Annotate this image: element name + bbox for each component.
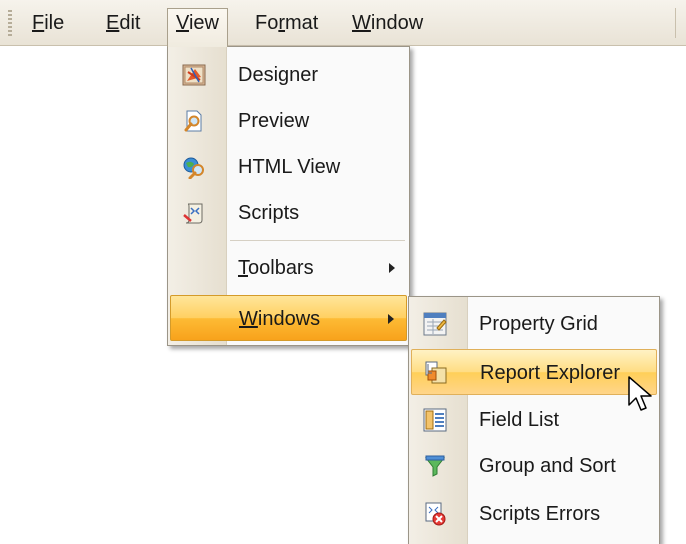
group-and-sort-label: Group and Sort [479, 455, 616, 477]
menu-edit-label: dit [119, 12, 141, 34]
view-menu-item-toolbars[interactable]: Toolbars [168, 245, 409, 291]
group-sort-funnel-icon [424, 455, 446, 477]
mouse-cursor-icon [628, 376, 652, 411]
windows-label: Windows [239, 296, 320, 342]
menu-format-label: mat [285, 12, 319, 34]
designer-icon [182, 64, 206, 86]
menu-file[interactable]: File [24, 8, 72, 38]
field-list-label: Field List [479, 409, 560, 431]
menu-format-label-pre: Fo [255, 12, 279, 34]
menu-bar: File Edit View Format Window [0, 0, 686, 47]
toolbars-label-rest: oolbars [248, 257, 314, 279]
menu-format[interactable]: Format [247, 8, 326, 38]
windows-label-rest: indows [257, 308, 321, 330]
preview-label: Preview [238, 110, 310, 132]
html-view-label: HTML View [238, 156, 341, 178]
view-menu-item-windows[interactable]: Windows [170, 295, 407, 341]
menu-file-mnemonic: F [32, 12, 45, 34]
windows-submenu: Property Grid Report Explorer Field List [408, 296, 660, 544]
submenu-arrow-icon [388, 314, 394, 324]
menu-view-label: iew [188, 12, 219, 34]
submenu-arrow-icon [389, 263, 395, 273]
windows-item-property-grid[interactable]: Property Grid [409, 301, 659, 347]
menu-window-mnemonic: W [352, 12, 371, 34]
menu-view[interactable]: View [167, 8, 228, 47]
view-menu-item-designer[interactable]: Designer [168, 52, 409, 98]
menubar-grip[interactable] [8, 10, 12, 36]
property-grid-icon [423, 312, 447, 336]
scripts-icon [183, 203, 203, 224]
view-menu: Designer Preview HTML View Scripts Toolb… [167, 46, 410, 346]
report-explorer-label: Report Explorer [480, 362, 621, 384]
menu-view-mnemonic: V [176, 12, 189, 34]
toolbars-label: Toolbars [238, 245, 314, 291]
windows-item-report-explorer[interactable]: Report Explorer [411, 349, 657, 395]
scripts-errors-icon [425, 502, 446, 526]
windows-item-field-list[interactable]: Field List [409, 397, 659, 443]
preview-magnifier-icon [184, 110, 202, 132]
app-window: File Edit View Format Window Designer Pr… [0, 0, 686, 544]
scripts-errors-label: Scripts Errors [479, 503, 601, 525]
property-grid-label: Property Grid [479, 313, 598, 335]
report-explorer-icon [425, 361, 447, 384]
toolbars-mnemonic: T [238, 257, 248, 279]
html-view-globe-icon [183, 157, 204, 179]
menu-window[interactable]: Window [344, 8, 431, 38]
menu-format-mnemonic: r [278, 12, 286, 34]
scripts-label: Scripts [238, 202, 300, 224]
view-menu-item-preview[interactable]: Preview [168, 98, 409, 144]
windows-mnemonic: W [239, 308, 258, 330]
windows-item-scripts-errors[interactable]: Scripts Errors [409, 491, 659, 537]
view-menu-item-html-view[interactable]: HTML View [168, 144, 409, 190]
menu-edit[interactable]: Edit [98, 8, 148, 38]
windows-item-group-and-sort[interactable]: Group and Sort [409, 443, 659, 489]
field-list-icon [423, 408, 447, 432]
view-menu-item-scripts[interactable]: Scripts [168, 190, 409, 236]
menu-edit-mnemonic: E [106, 12, 120, 34]
menubar-end [675, 8, 686, 38]
menu-window-label: indow [370, 12, 424, 34]
designer-label: Designer [238, 64, 319, 86]
menu-file-label: ile [44, 12, 65, 34]
view-menu-separator [230, 240, 405, 241]
